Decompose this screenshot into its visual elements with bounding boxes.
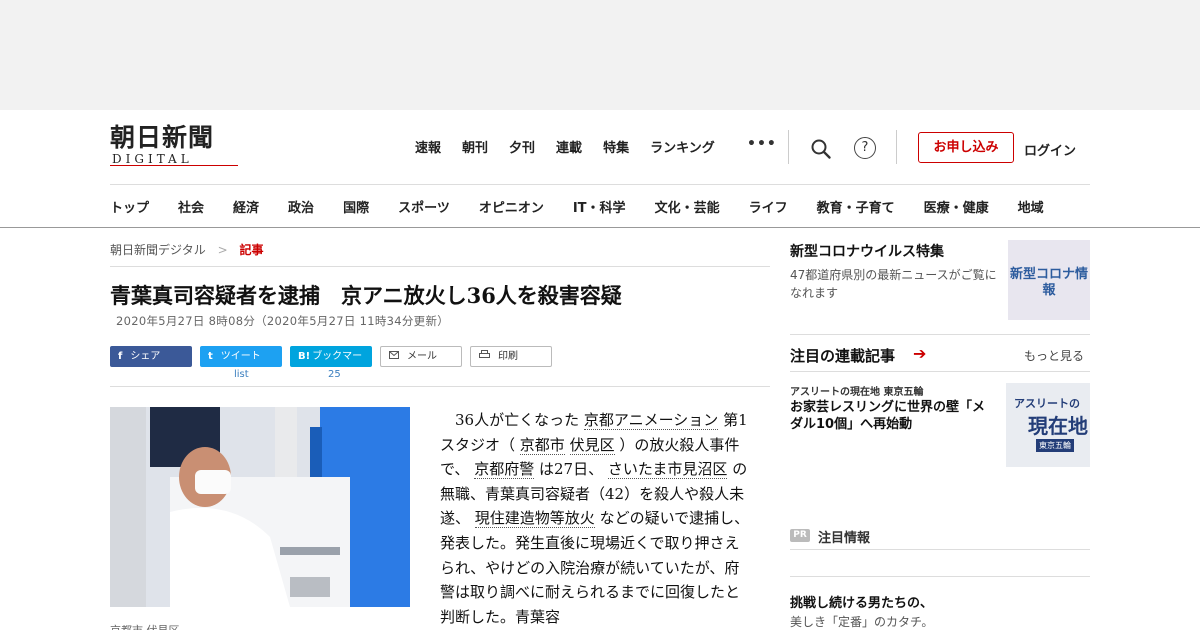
divider xyxy=(790,334,1090,335)
cat-it-science[interactable]: IT・科学 xyxy=(573,197,626,216)
cat-opinion[interactable]: オピニオン xyxy=(479,197,544,216)
cat-economy[interactable]: 経済 xyxy=(233,197,259,216)
article-title: 青葉真司容疑者を逮捕 京アニ放火し36人を殺害容疑 xyxy=(110,283,622,308)
cat-health[interactable]: 医療・健康 xyxy=(924,197,989,216)
pr-badge: PR xyxy=(790,529,810,542)
keyword-link[interactable]: 京都アニメーション xyxy=(583,411,719,430)
covid-feature-desc[interactable]: 47都道府県別の最新ニュースがご覧になれます xyxy=(790,266,1000,302)
topnav-ranking[interactable]: ランキング xyxy=(650,137,715,156)
series-kicker: アスリートの現在地 東京五輪 xyxy=(790,387,924,398)
help-icon[interactable]: ? xyxy=(854,137,876,159)
topnav-breaking[interactable]: 速報 xyxy=(415,137,441,156)
topnav-features[interactable]: 特集 xyxy=(603,137,629,156)
breadcrumb-home[interactable]: 朝日新聞デジタル xyxy=(110,243,206,257)
tweet-label: ツイート xyxy=(220,351,261,362)
pr-headline[interactable]: 挑戦し続ける男たちの、 xyxy=(790,592,933,611)
logo-jp: 朝日新聞 xyxy=(110,123,215,152)
facebook-share-label: シェア xyxy=(130,351,161,362)
breadcrumb-separator: > xyxy=(217,243,228,257)
twitter-icon: t xyxy=(208,351,213,362)
mail-label: メール xyxy=(407,351,437,362)
divider xyxy=(788,130,789,164)
topnav-evening[interactable]: 夕刊 xyxy=(509,137,535,156)
keyword-link[interactable]: 伏見区 xyxy=(569,435,615,455)
cat-politics[interactable]: 政治 xyxy=(288,197,314,216)
photo-caption: 京都市 伏見区 xyxy=(110,622,180,630)
pr-subline[interactable]: 美しき「定番」のカタチ。 xyxy=(790,613,933,630)
hatena-bookmark-button[interactable]: B! ブックマーク xyxy=(290,346,372,383)
cat-region[interactable]: 地域 xyxy=(1018,197,1044,216)
see-more-link[interactable]: もっと見る xyxy=(1024,347,1084,364)
facebook-icon: f xyxy=(118,351,123,362)
body-text: 36人が亡くなった xyxy=(455,411,580,429)
cat-life[interactable]: ライフ xyxy=(749,197,788,216)
cat-education[interactable]: 教育・子育て xyxy=(817,197,895,216)
tweet-count[interactable]: list xyxy=(234,369,249,380)
logo-underline xyxy=(110,165,238,166)
logo-en: DIGITAL xyxy=(112,152,193,166)
breadcrumb: 朝日新聞デジタル > 記事 xyxy=(110,241,264,258)
category-nav: トップ 社会 経済 政治 国際 スポーツ オピニオン IT・科学 文化・芸能 ラ… xyxy=(110,197,1044,216)
divider xyxy=(110,266,770,267)
cat-culture[interactable]: 文化・芸能 xyxy=(655,197,720,216)
divider xyxy=(790,576,1090,577)
bookmark-count[interactable]: 25 xyxy=(328,369,341,380)
search-icon[interactable] xyxy=(810,138,832,164)
tweet-button[interactable]: t ツイート xyxy=(200,346,282,367)
keyword-link[interactable]: 京都市 xyxy=(519,435,565,455)
topnav-series[interactable]: 連載 xyxy=(556,137,582,156)
more-menu-icon[interactable]: ••• xyxy=(747,136,777,152)
cat-top[interactable]: トップ xyxy=(110,197,149,216)
thumb-text: 現在地 xyxy=(1028,414,1088,438)
facebook-share-button[interactable]: f シェア xyxy=(110,346,192,367)
divider xyxy=(790,549,1090,550)
topnav-morning[interactable]: 朝刊 xyxy=(462,137,488,156)
ad-banner-area xyxy=(0,0,1200,110)
breadcrumb-current: 記事 xyxy=(239,243,264,257)
covid-feature-image[interactable]: 新型コロナ情報 xyxy=(1008,240,1090,320)
cat-society[interactable]: 社会 xyxy=(178,197,204,216)
hatena-icon: B! xyxy=(298,351,311,362)
cat-sports[interactable]: スポーツ xyxy=(398,197,450,216)
body-text: は27日、 xyxy=(538,460,604,479)
pr-section-label: 注目情報 xyxy=(818,531,871,546)
keyword-link[interactable]: さいたま市見沼区 xyxy=(607,460,728,480)
covid-image-text: 新型コロナ情報 xyxy=(1009,267,1088,298)
print-label: 印刷 xyxy=(498,351,518,362)
keyword-link[interactable]: 京都府警 xyxy=(474,460,535,480)
series-section-title[interactable]: 注目の連載記事 xyxy=(790,345,895,366)
print-button[interactable]: 印刷 xyxy=(470,346,552,367)
article-photo[interactable] xyxy=(110,407,410,607)
cat-international[interactable]: 国際 xyxy=(343,197,369,216)
article-body: 36人が亡くなった 京都アニメーション 第1スタジオ（ 京都市 伏見区 ）の放火… xyxy=(440,408,750,629)
article-date: 2020年5月27日 8時08分（2020年5月27日 11時34分更新） xyxy=(116,314,450,328)
subscribe-button[interactable]: お申し込み xyxy=(918,132,1014,163)
series-thumbnail[interactable]: アスリートの 現在地 東京五輪 xyxy=(1006,383,1090,467)
site-header: 朝日新聞 DIGITAL 速報 朝刊 夕刊 連載 特集 ランキング ••• ? … xyxy=(0,110,1200,228)
thumb-text: アスリートの xyxy=(1014,397,1080,410)
thumb-text: 東京五輪 xyxy=(1036,439,1074,452)
top-nav: 速報 朝刊 夕刊 連載 特集 ランキング xyxy=(415,137,736,156)
keyword-link[interactable]: 現住建造物等放火 xyxy=(474,509,595,529)
covid-feature-title[interactable]: 新型コロナウイルス特集 xyxy=(790,241,944,261)
divider xyxy=(110,386,770,387)
login-link[interactable]: ログイン xyxy=(1024,140,1076,159)
header-divider xyxy=(110,184,1090,185)
divider xyxy=(790,371,1090,372)
mail-button[interactable]: メール xyxy=(380,346,462,367)
series-headline[interactable]: お家芸レスリングに世界の壁「メダル10個」へ再始動 xyxy=(790,399,995,433)
site-logo[interactable]: 朝日新聞 DIGITAL xyxy=(110,124,240,166)
arrow-right-icon[interactable]: ➔ xyxy=(913,344,926,363)
print-icon xyxy=(479,347,490,366)
mail-icon xyxy=(389,347,399,366)
divider xyxy=(896,130,897,164)
